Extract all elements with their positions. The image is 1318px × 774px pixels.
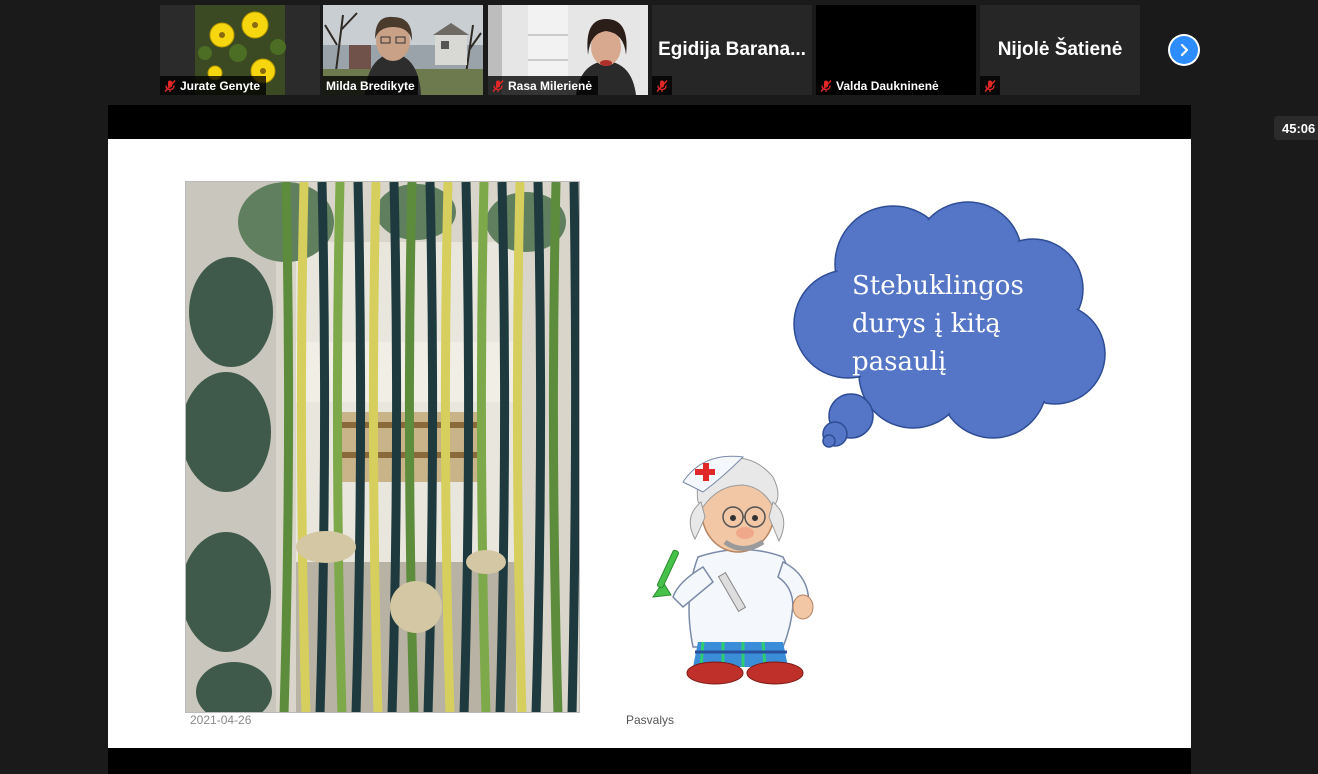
mic-muted-icon [492,79,504,92]
participant-nameplate: Milda Bredikyte [323,76,418,95]
doctor-illustration [651,455,814,685]
participant-name: Valda Daukninenė [836,78,939,93]
participant-nameplate [652,76,672,95]
participant-tile[interactable]: Valda Daukninenė [816,5,976,95]
mic-muted-icon [984,79,996,92]
meeting-window: Jurate Genyte Milda Bredikyte Rasa Miler… [0,0,1318,774]
participant-tile-active[interactable]: Milda Bredikyte [323,5,483,95]
shared-slide: Stebuklingos durys į kitą pasaulį 2021-0… [108,139,1191,748]
participant-nameplate: Jurate Genyte [160,76,267,95]
participant-name-large: Nijolė Šatienė [997,39,1123,60]
share-bottom-bar [108,748,1191,774]
participant-name-large: Egidija Barana... [658,39,806,60]
mic-muted-icon [820,79,832,92]
participant-tile[interactable]: Nijolė Šatienė [980,5,1140,95]
participant-nameplate: Rasa Milerienė [488,76,599,95]
participant-nameplate: Valda Daukninenė [816,76,945,95]
participant-tile[interactable]: Jurate Genyte [160,5,320,95]
meeting-timer: 45:06 [1274,116,1318,140]
cloud-text-line: pasaulį [852,347,947,377]
next-participants-button[interactable] [1168,34,1200,66]
participant-tile[interactable]: Rasa Milerienė [488,5,648,95]
participant-nameplate [980,76,1000,95]
mic-muted-icon [164,79,176,92]
participant-name: Jurate Genyte [180,78,261,93]
participant-name: Rasa Milerienė [508,78,593,93]
slide-date: 2021-04-26 [190,713,252,727]
cloud-text: Stebuklingos durys į kitą pasaulį [852,267,1082,381]
share-top-bar [108,105,1191,139]
mic-muted-icon [656,79,668,92]
slide-photo [185,181,580,713]
cloud-text-line: Stebuklingos [852,271,1024,301]
chevron-right-icon [1180,43,1189,57]
slide-place: Pasvalys [626,713,675,727]
participant-tile[interactable]: Egidija Barana... [652,5,812,95]
cloud-text-line: durys į kitą [852,309,1001,339]
participant-name: Milda Bredikyte [326,78,415,93]
